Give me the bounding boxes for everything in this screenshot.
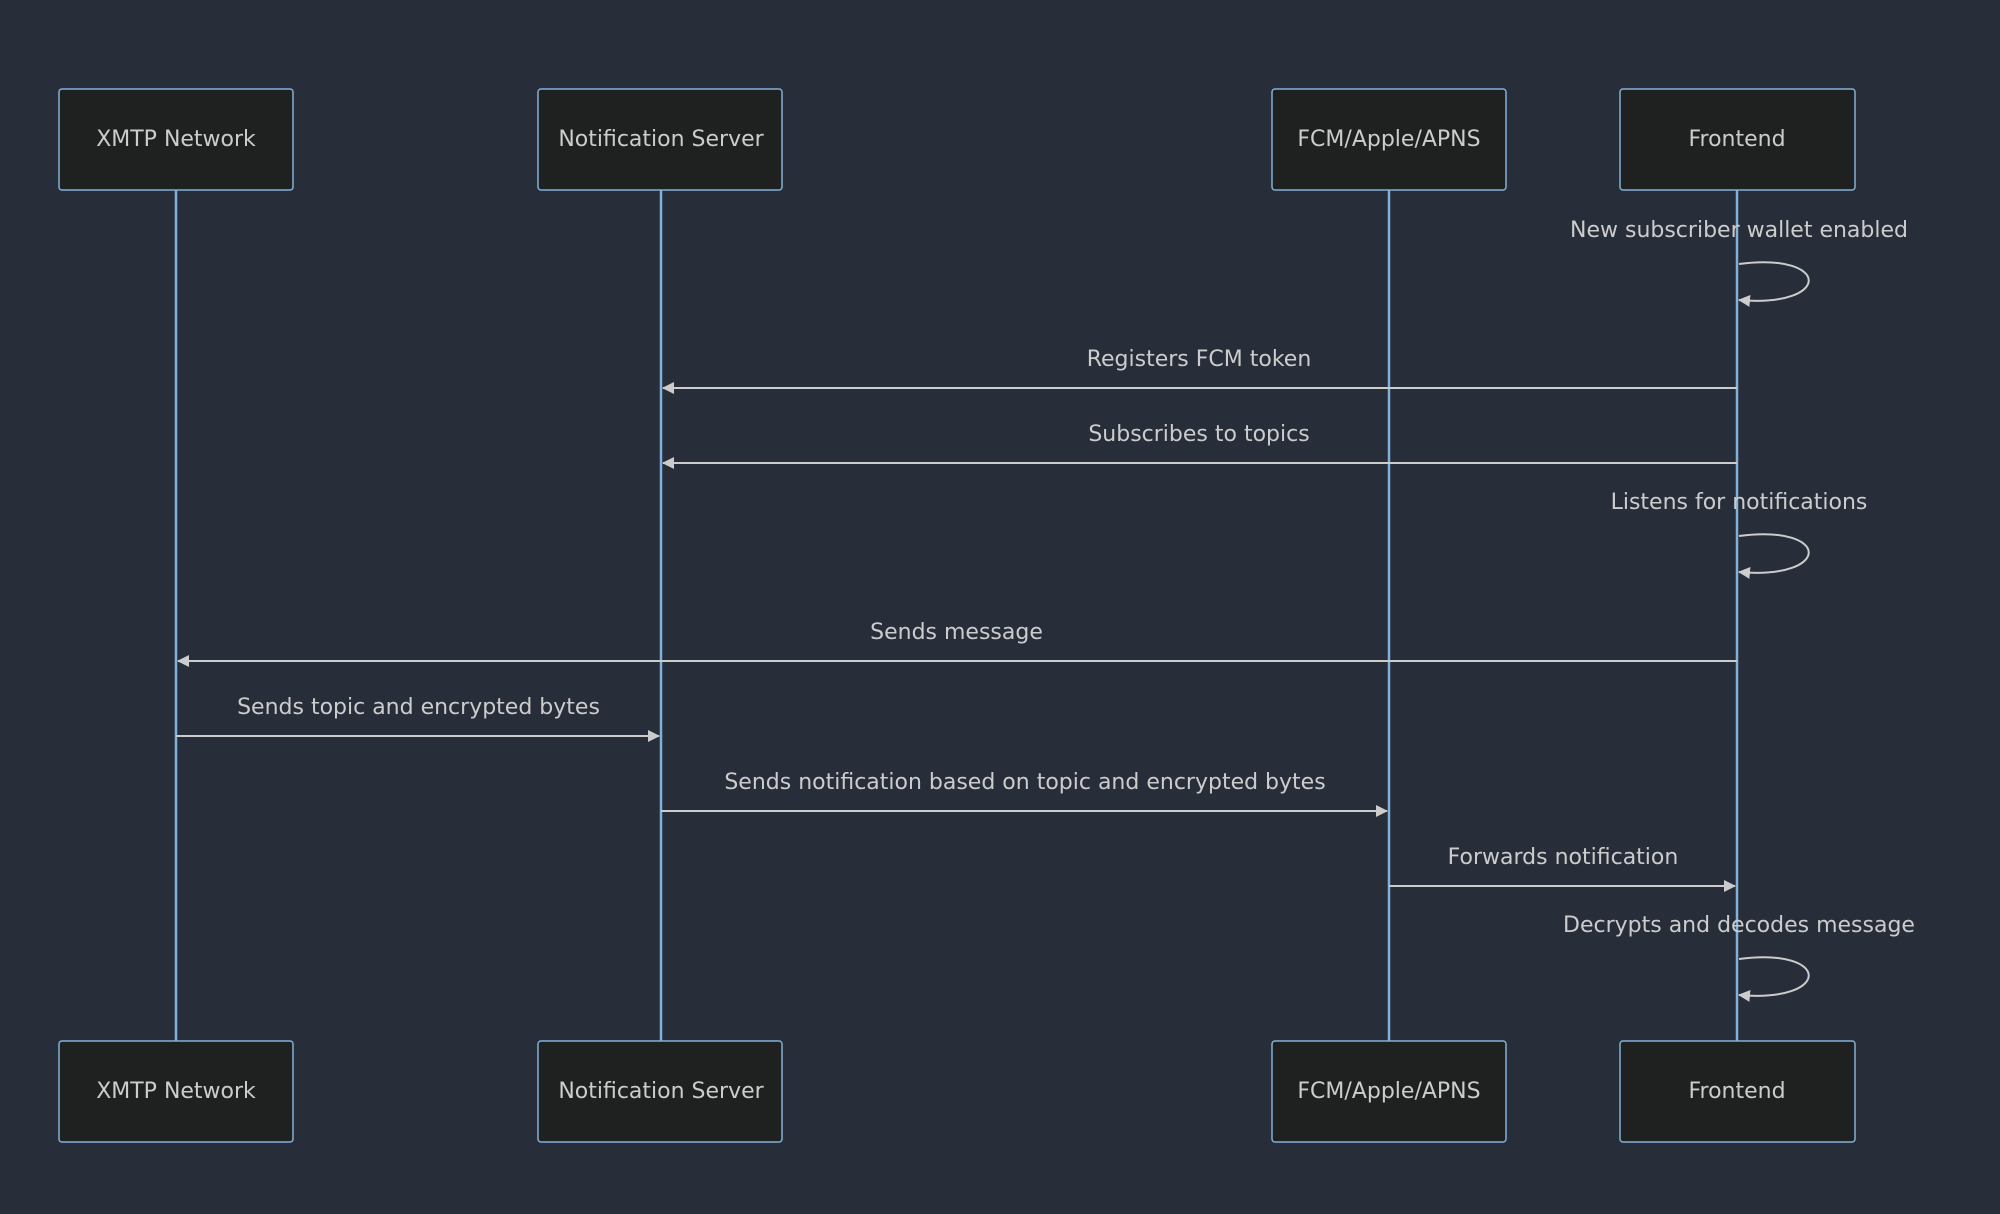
actor-label: Frontend — [1688, 1079, 1785, 1104]
message-label: Listens for notifications — [1611, 490, 1868, 515]
actor-label: Notification Server — [558, 1079, 764, 1104]
message: Sends notification based on topic and en… — [661, 770, 1388, 817]
message: Sends topic and encrypted bytes — [176, 695, 660, 742]
message-label: Sends topic and encrypted bytes — [237, 695, 600, 720]
message: Forwards notification — [1389, 845, 1736, 892]
message-label: Registers FCM token — [1087, 347, 1312, 372]
actor-xmtp-bottom[interactable]: XMTP Network — [58, 1040, 294, 1143]
actor-label: XMTP Network — [96, 127, 256, 152]
actor-frontend-bottom[interactable]: Frontend — [1619, 1040, 1856, 1143]
actor-fcm-top[interactable]: FCM/Apple/APNS — [1271, 88, 1507, 191]
message: Listens for notifications — [1611, 490, 1868, 579]
message: Subscribes to topics — [662, 422, 1737, 469]
message-label: Decrypts and decodes message — [1563, 913, 1915, 938]
actor-label: FCM/Apple/APNS — [1297, 127, 1480, 152]
self-message-arrow — [1738, 533, 1810, 579]
message-label: Forwards notification — [1448, 845, 1679, 870]
message: Decrypts and decodes message — [1563, 913, 1915, 1002]
message-label: Sends notification based on topic and en… — [724, 770, 1325, 795]
message: New subscriber wallet enabled — [1570, 218, 1908, 307]
actor-label: XMTP Network — [96, 1079, 256, 1104]
message-label: Sends message — [870, 620, 1043, 645]
sequence-diagram: XMTP Network XMTP Network Notification Ser… — [58, 88, 1915, 1143]
message-label: Subscribes to topics — [1088, 422, 1309, 447]
message: Sends message — [177, 620, 1737, 667]
actor-label: Notification Server — [558, 127, 764, 152]
actor-label: FCM/Apple/APNS — [1297, 1079, 1480, 1104]
actor-fcm-bottom[interactable]: FCM/Apple/APNS — [1271, 1040, 1507, 1143]
message-label: New subscriber wallet enabled — [1570, 218, 1908, 243]
actor-frontend-top[interactable]: Frontend — [1619, 88, 1856, 191]
actor-notif-bottom[interactable]: Notification Server — [537, 1040, 783, 1143]
actor-label: Frontend — [1688, 127, 1785, 152]
actor-xmtp-top[interactable]: XMTP Network — [58, 88, 294, 191]
actor-notif-top[interactable]: Notification Server — [537, 88, 783, 191]
message: Registers FCM token — [662, 347, 1737, 394]
self-message-arrow — [1738, 956, 1810, 1002]
self-message-arrow — [1738, 261, 1810, 307]
